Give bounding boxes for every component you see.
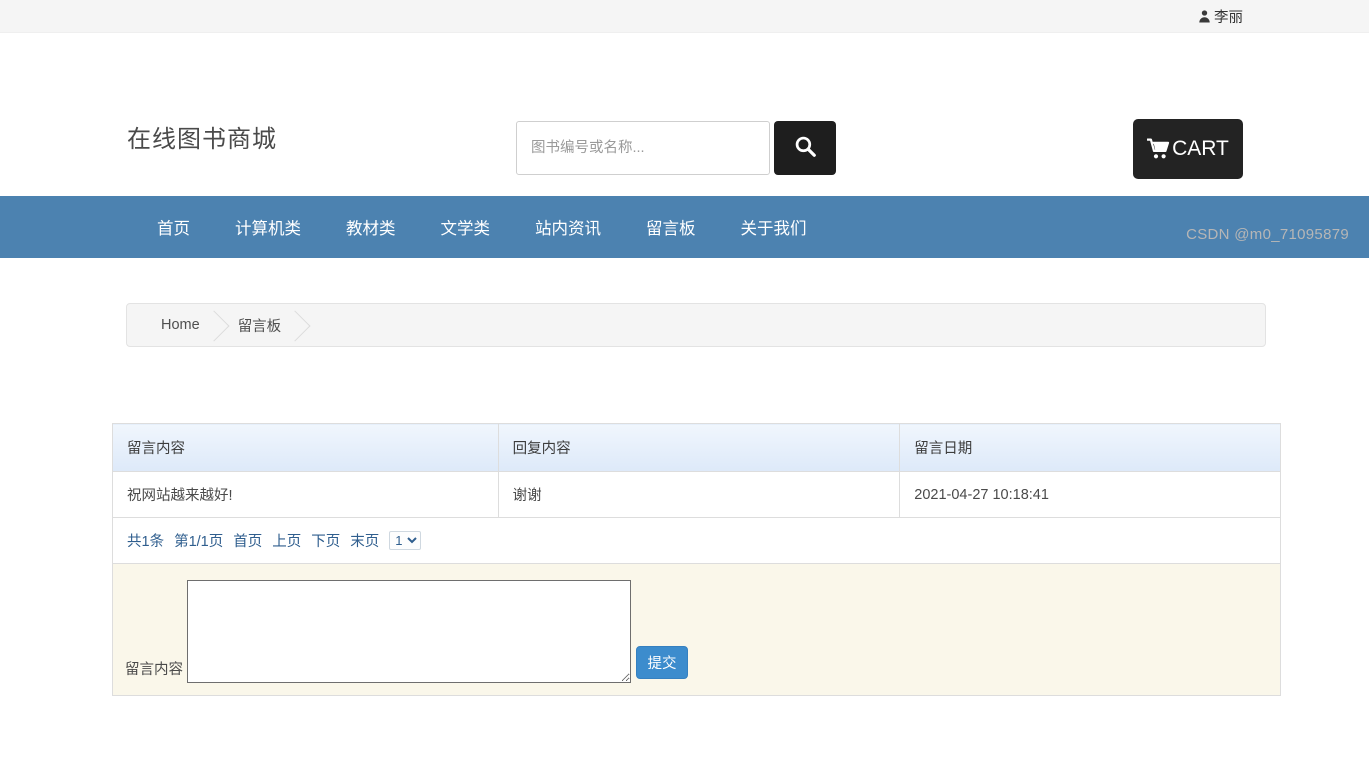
pagination-last-link[interactable]: 末页 <box>350 530 379 551</box>
nav-item-news[interactable]: 站内资讯 <box>535 215 601 239</box>
pagination-next-link[interactable]: 下页 <box>311 530 340 551</box>
nav-item-message-board[interactable]: 留言板 <box>646 215 696 239</box>
pagination-cell: 共1条 第1/1页 首页 上页 下页 末页 1 <box>113 518 1281 564</box>
pagination-page-indicator: 第1/1页 <box>174 530 223 551</box>
column-header-content: 留言内容 <box>113 424 499 472</box>
user-icon <box>1198 9 1211 23</box>
main-navigation: 首页 计算机类 教材类 文学类 站内资讯 留言板 关于我们 <box>0 196 1369 258</box>
nav-item-about[interactable]: 关于我们 <box>741 215 807 239</box>
column-header-date: 留言日期 <box>900 424 1281 472</box>
cart-label: CART <box>1172 137 1229 161</box>
pagination: 共1条 第1/1页 首页 上页 下页 末页 1 <box>127 530 1266 551</box>
message-form-cell: 留言内容 提交 <box>113 564 1281 696</box>
pagination-total: 共1条 <box>127 530 164 551</box>
pagination-page-select[interactable]: 1 <box>389 531 421 550</box>
cell-reply-content: 谢谢 <box>498 472 900 518</box>
column-header-reply: 回复内容 <box>498 424 900 472</box>
table-header-row: 留言内容 回复内容 留言日期 <box>113 424 1281 472</box>
message-form-row: 留言内容 提交 <box>113 564 1281 696</box>
csdn-watermark: CSDN @m0_71095879 <box>1186 226 1349 243</box>
table-head: 留言内容 回复内容 留言日期 <box>113 424 1281 472</box>
user-account-link[interactable]: 李丽 <box>1198 6 1243 27</box>
submit-button[interactable]: 提交 <box>636 646 688 679</box>
search-area <box>516 121 836 175</box>
message-content-label: 留言内容 <box>125 658 183 683</box>
search-button[interactable] <box>774 121 836 175</box>
nav-item-textbook[interactable]: 教材类 <box>346 215 396 239</box>
nav-item-literature[interactable]: 文学类 <box>441 215 491 239</box>
nav-item-computer[interactable]: 计算机类 <box>235 215 301 239</box>
breadcrumb-item-home[interactable]: Home <box>161 317 238 333</box>
cell-message-content: 祝网站越来越好! <box>113 472 499 518</box>
message-content-textarea[interactable] <box>187 580 631 683</box>
cell-message-date: 2021-04-27 10:18:41 <box>900 472 1281 518</box>
top-utility-bar: 李丽 <box>0 0 1369 33</box>
table-body: 祝网站越来越好! 谢谢 2021-04-27 10:18:41 共1条 第1/1… <box>113 472 1281 696</box>
shopping-cart-icon <box>1147 138 1171 160</box>
user-name-label: 李丽 <box>1214 6 1243 27</box>
nav-item-home[interactable]: 首页 <box>157 215 190 239</box>
search-input[interactable] <box>516 121 770 175</box>
breadcrumb-item-current[interactable]: 留言板 <box>238 315 320 336</box>
message-form: 留言内容 提交 <box>113 564 1280 695</box>
cart-button[interactable]: CART <box>1133 119 1243 179</box>
site-logo[interactable]: 在线图书商城 <box>127 119 277 154</box>
pagination-row: 共1条 第1/1页 首页 上页 下页 末页 1 <box>113 518 1281 564</box>
breadcrumb: Home 留言板 <box>126 303 1266 347</box>
table-row: 祝网站越来越好! 谢谢 2021-04-27 10:18:41 <box>113 472 1281 518</box>
message-board-table: 留言内容 回复内容 留言日期 祝网站越来越好! 谢谢 2021-04-27 10… <box>112 423 1281 696</box>
pagination-prev-link[interactable]: 上页 <box>272 530 301 551</box>
site-header: 在线图书商城 CART <box>0 33 1369 196</box>
pagination-first-link[interactable]: 首页 <box>233 530 262 551</box>
search-icon <box>793 134 818 162</box>
